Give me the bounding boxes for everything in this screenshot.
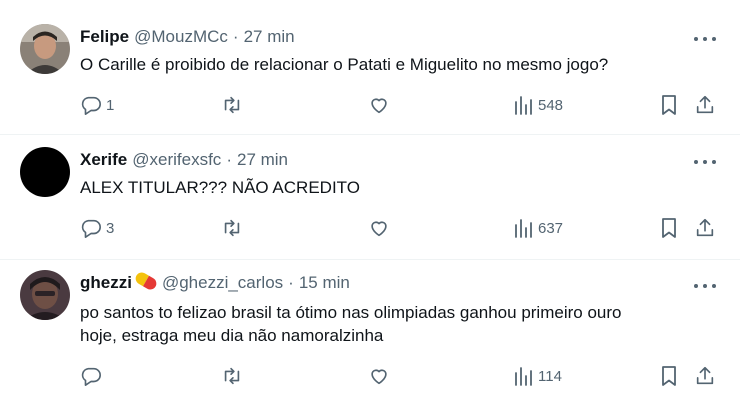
tweet-text: ALEX TITULAR??? NÃO ACREDITO (80, 178, 360, 197)
author-handle[interactable]: @xerifexsfc (132, 150, 221, 170)
more-dots-icon[interactable] (694, 279, 716, 293)
avatar[interactable] (20, 24, 70, 74)
separator-dot: · (288, 273, 294, 292)
author-name[interactable]: Felipe (80, 27, 129, 47)
bookmark-icon (662, 366, 676, 386)
like-button[interactable] (368, 94, 390, 116)
bookmark-button[interactable] (659, 217, 679, 239)
share-button[interactable] (694, 365, 716, 387)
reply-button[interactable]: 3 (80, 217, 114, 239)
separator-dot: · (232, 27, 239, 46)
reply-button[interactable]: 1 (80, 94, 114, 116)
retweet-icon (224, 367, 240, 385)
bookmark-icon (662, 218, 676, 238)
views-chart-icon (515, 219, 532, 238)
reply-feed: Felipe @MouzMCc · 27 min O Carille é pro… (0, 0, 740, 416)
tweet-text: po santos to felizao brasil ta ótimo nas… (80, 301, 720, 347)
heart-icon (371, 221, 387, 237)
bookmark-button[interactable] (659, 365, 679, 387)
reply-button[interactable] (80, 365, 106, 387)
tweet-header: Felipe @MouzMCc · 27 min (80, 27, 295, 49)
share-icon (696, 366, 714, 385)
author-handle[interactable]: @MouzMCc (134, 27, 228, 47)
view-count: 637 (538, 219, 564, 237)
like-button[interactable] (368, 217, 390, 239)
retweet-button[interactable] (221, 365, 243, 387)
author-handle[interactable]: @ghezzi_carlos (162, 273, 283, 293)
share-icon (696, 218, 714, 237)
more-dots-icon[interactable] (694, 155, 716, 169)
avatar[interactable] (20, 147, 70, 197)
views-button[interactable]: 114 (514, 365, 562, 387)
views-chart-icon (515, 367, 532, 386)
bookmark-icon (662, 95, 676, 115)
views-chart-icon (515, 96, 532, 115)
share-icon (696, 95, 714, 114)
share-button[interactable] (694, 217, 716, 239)
tweet-text-line: po santos to felizao brasil ta ótimo nas… (80, 303, 622, 322)
reply-icon (81, 219, 101, 238)
reply-icon (81, 96, 101, 115)
share-button[interactable] (694, 94, 716, 116)
author-name[interactable]: Xerife (80, 150, 127, 170)
reply-count: 3 (106, 219, 115, 237)
retweet-button[interactable] (221, 217, 243, 239)
views-button[interactable]: 637 (514, 217, 563, 239)
author-name[interactable]: ghezzi (80, 273, 132, 293)
avatar[interactable] (20, 270, 70, 320)
reply-icon (81, 367, 101, 386)
retweet-button[interactable] (221, 94, 243, 116)
tweet-text-line: hoje, estraga meu dia não namoralzinha (80, 326, 384, 345)
heart-icon (371, 98, 387, 114)
retweet-icon (224, 96, 240, 114)
reply-count: 1 (106, 96, 115, 114)
tweet-header: ghezzi @ghezzi_carlos · 15 min (80, 270, 350, 295)
views-button[interactable]: 548 (514, 94, 563, 116)
heart-icon (371, 369, 387, 385)
like-button[interactable] (368, 365, 390, 387)
bookmark-button[interactable] (659, 94, 679, 116)
view-count: 114 (538, 367, 562, 385)
timestamp[interactable]: 15 min (299, 273, 350, 293)
more-dots-icon[interactable] (694, 32, 716, 46)
pill-emoji (133, 270, 159, 292)
separator-dot: · (226, 150, 232, 169)
view-count: 548 (538, 96, 564, 114)
retweet-icon (224, 219, 240, 237)
tweet-text: O Carille é proibido de relacionar o Pat… (80, 55, 609, 74)
timestamp[interactable]: 27 min (237, 150, 288, 170)
timestamp[interactable]: 27 min (244, 27, 295, 47)
tweet-header: Xerife @xerifexsfc · 27 min (80, 150, 288, 172)
